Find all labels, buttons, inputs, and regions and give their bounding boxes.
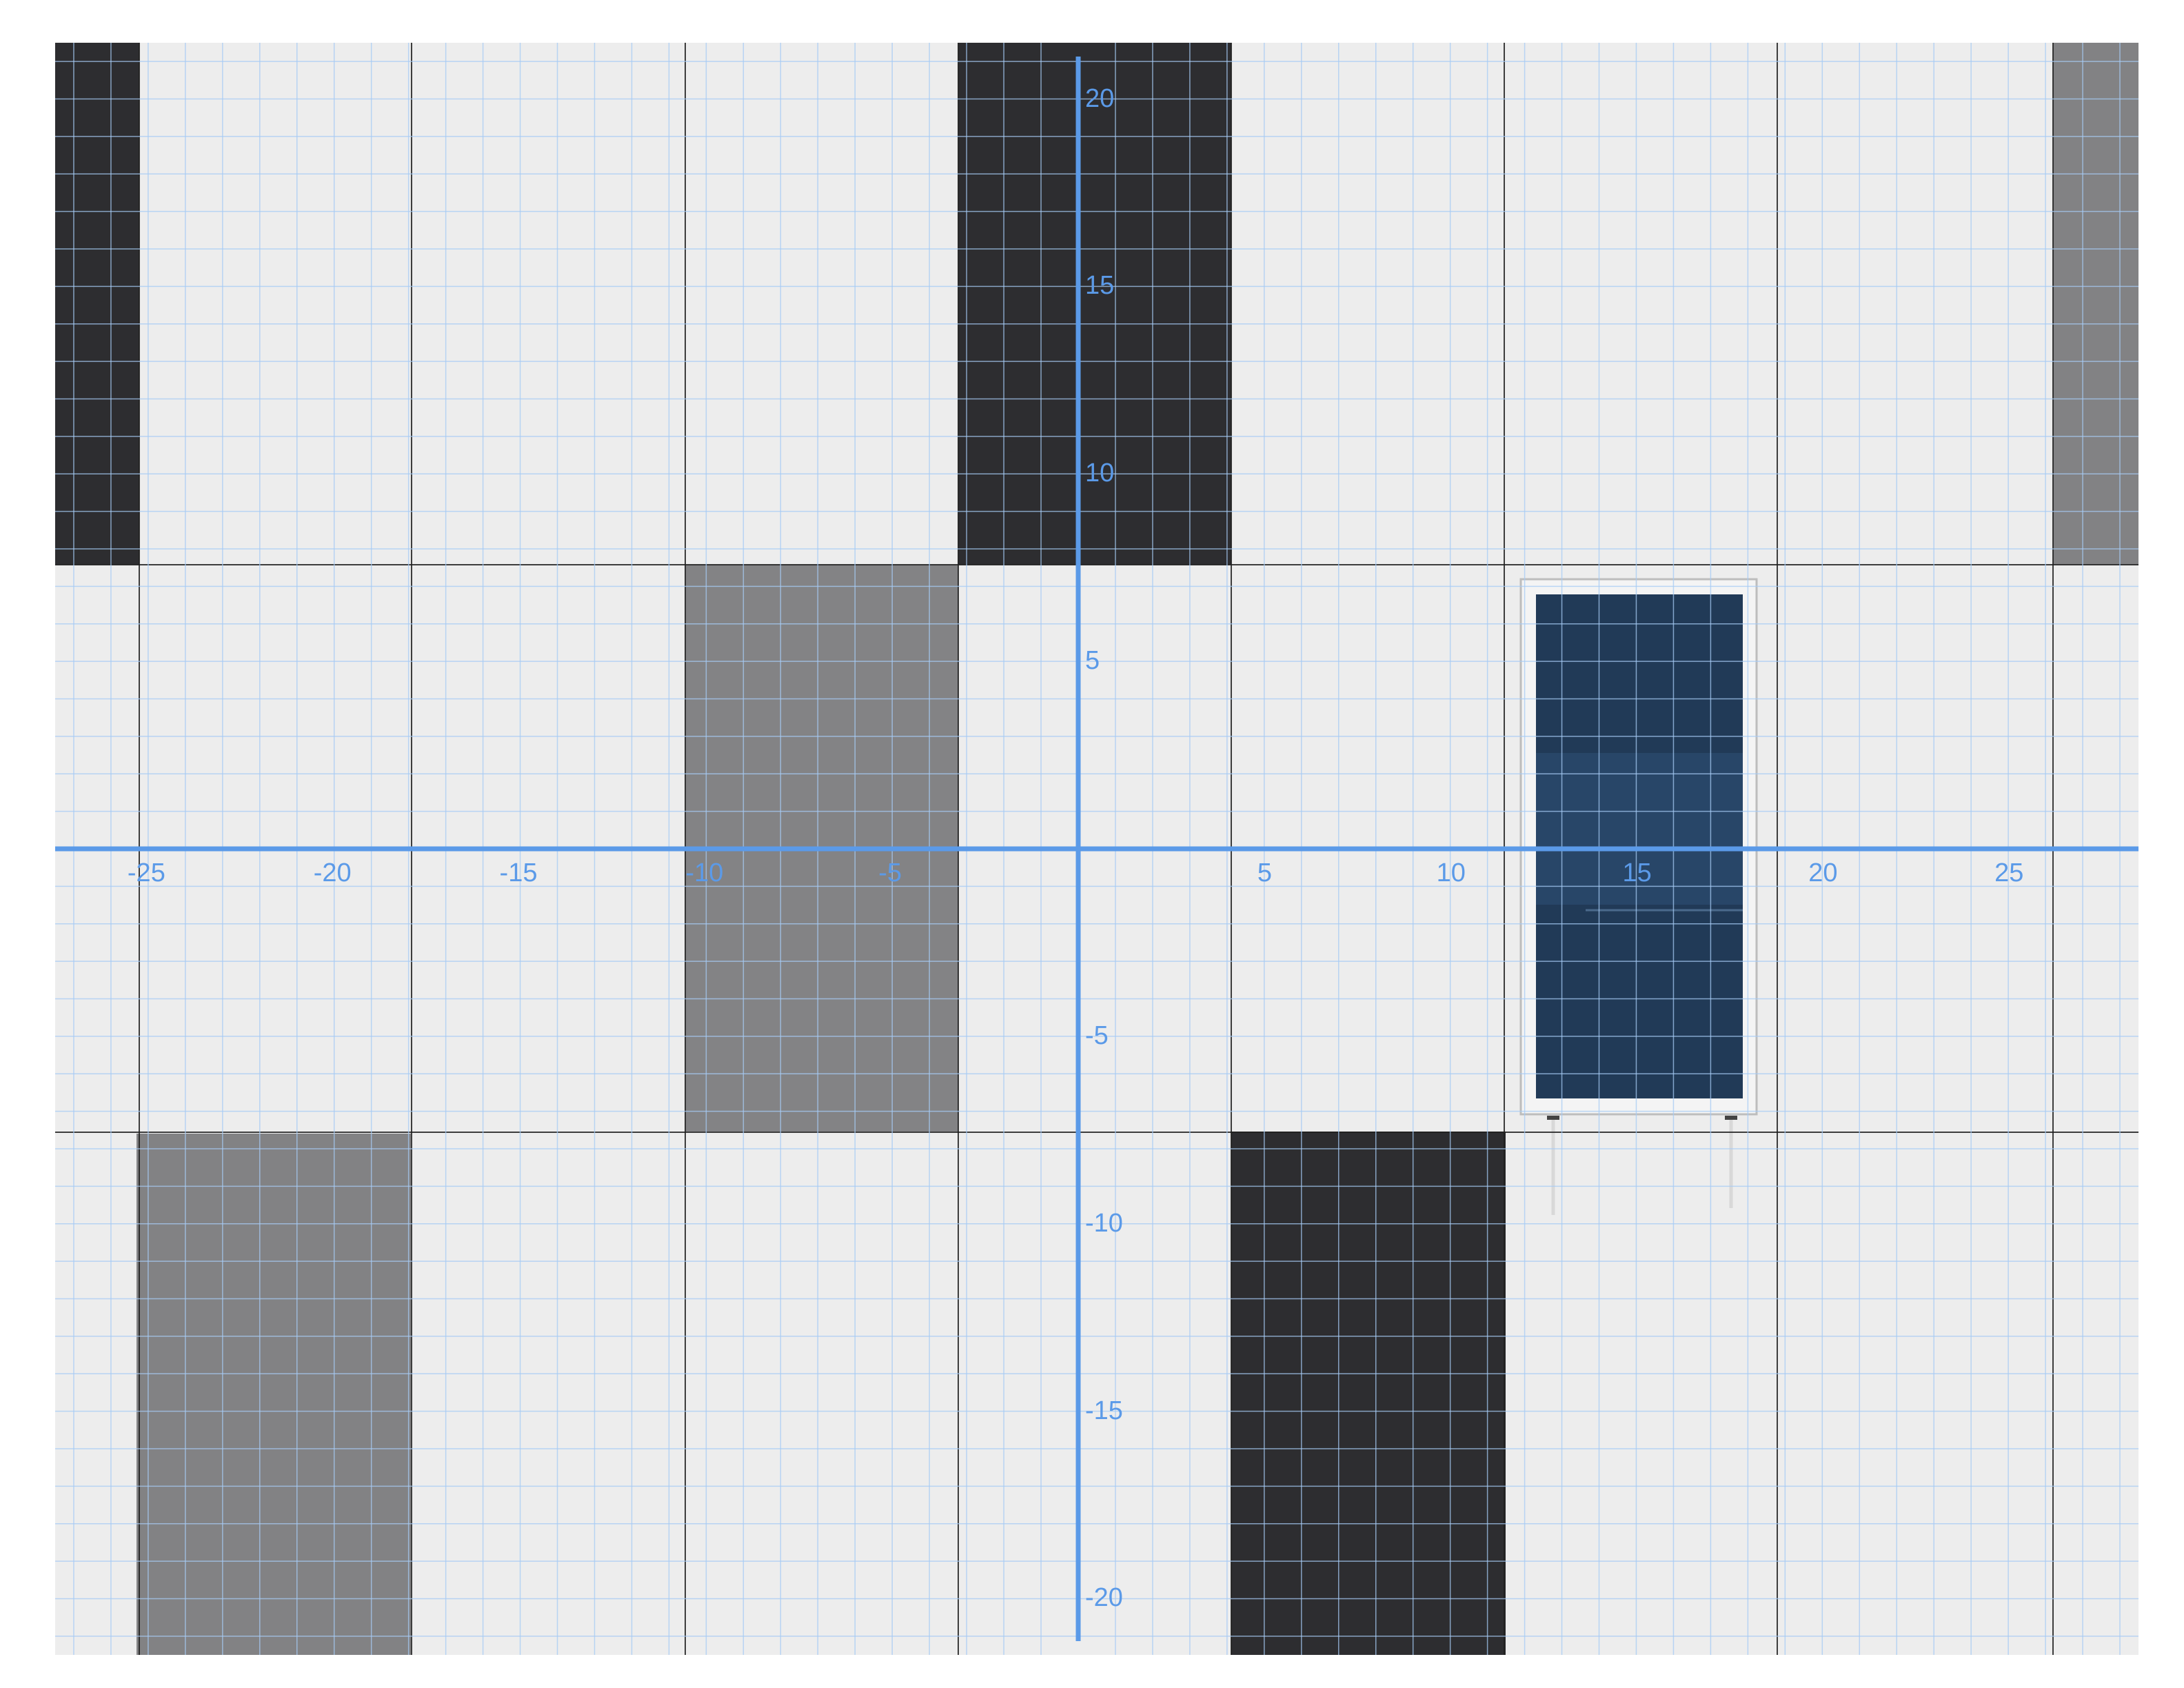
y-tick-label: 20 (1085, 83, 1115, 113)
x-tick-label: -15 (499, 858, 538, 887)
panel-grey-bottom-left (136, 1134, 411, 1655)
x-tick-label: -25 (127, 858, 165, 887)
y-tick-label: 10 (1085, 459, 1115, 488)
y-tick-label: -15 (1085, 1396, 1123, 1425)
x-tick-label: 25 (1994, 858, 2024, 887)
x-tick-label: 10 (1436, 858, 1466, 887)
y-tick-label: 15 (1085, 271, 1115, 301)
y-tick-label: -10 (1085, 1208, 1123, 1238)
y-tick-label: 5 (1085, 646, 1100, 676)
x-tick-label: -5 (878, 858, 902, 887)
window-bracket-right (1725, 1116, 1737, 1120)
x-tick-label: 20 (1808, 858, 1838, 887)
x-tick-label: -20 (313, 858, 352, 887)
facade-photo: -25 -20 -15 -10 -5 5 10 15 20 25 20 15 10 5 -5 -10 -15 -2… (55, 43, 2138, 1655)
panel-dark-top-left (55, 43, 139, 565)
panel-dark-bottom-center (1231, 1132, 1506, 1655)
y-tick-label: -5 (1085, 1021, 1109, 1050)
window (1519, 578, 1758, 1215)
x-tick-label: -10 (685, 858, 724, 887)
window-bracket-left (1547, 1116, 1559, 1120)
panel-grey-top-right (2053, 43, 2138, 565)
x-tick-label: 5 (1257, 858, 1272, 887)
y-tick-label: -20 (1085, 1583, 1123, 1613)
x-tick-label: 15 (1622, 858, 1652, 887)
